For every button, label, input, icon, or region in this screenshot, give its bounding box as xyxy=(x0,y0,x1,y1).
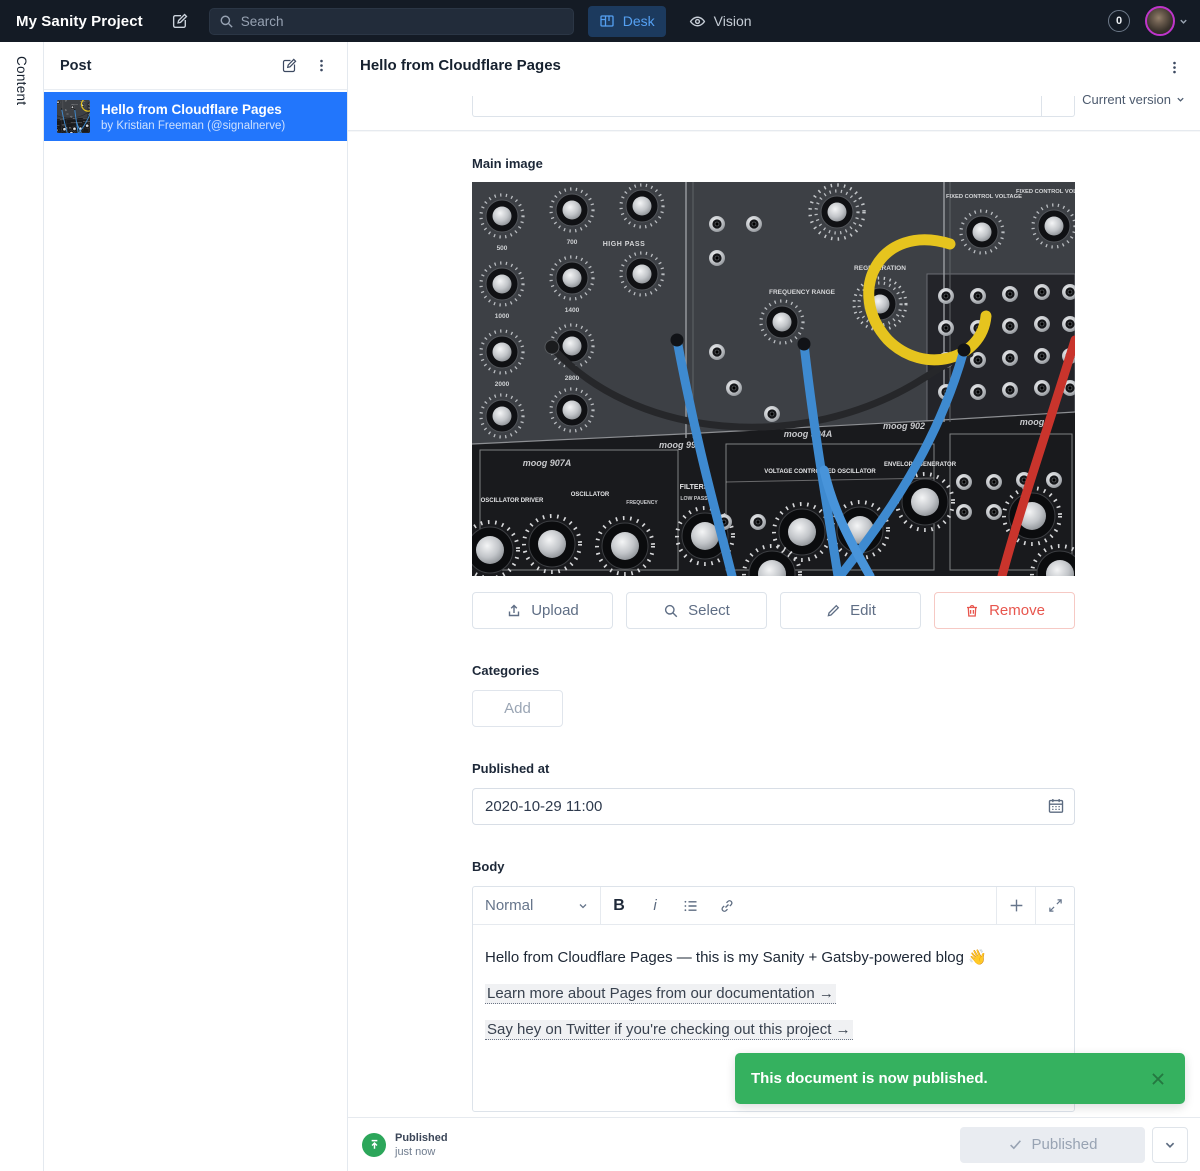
body-link-twitter[interactable]: Say hey on Twitter if you're checking ou… xyxy=(485,1020,853,1040)
link-button[interactable] xyxy=(709,887,745,924)
version-label: Current version xyxy=(1082,92,1171,107)
badge-count: 0 xyxy=(1116,15,1122,27)
italic-button[interactable]: i xyxy=(637,887,673,924)
kebab-icon xyxy=(1167,60,1182,75)
hints-count-badge[interactable]: 0 xyxy=(1108,10,1130,32)
published-at-field xyxy=(472,788,1075,825)
remove-button[interactable]: Remove xyxy=(934,592,1075,629)
pane-title: Post xyxy=(60,58,273,74)
document-form: Main image Upload Select xyxy=(472,131,1075,1112)
compose-icon xyxy=(281,57,298,74)
trash-icon xyxy=(964,603,980,619)
bullet-list-icon xyxy=(683,898,699,914)
pane-menu-button[interactable] xyxy=(305,50,337,82)
tab-desk[interactable]: Desk xyxy=(588,6,666,37)
tab-desk-label: Desk xyxy=(623,13,655,29)
compose-icon xyxy=(171,12,189,30)
published-at-input[interactable] xyxy=(472,788,1075,825)
publish-time: just now xyxy=(395,1146,448,1158)
categories-label: Categories xyxy=(472,663,1075,679)
list-item-post[interactable]: Hello from Cloudflare Pages by Kristian … xyxy=(44,92,347,141)
check-icon xyxy=(1008,1137,1023,1152)
chevron-down-icon xyxy=(1164,1139,1176,1151)
document-header: Hello from Cloudflare Pages Current vers… xyxy=(348,42,1200,131)
document-pane: Hello from Cloudflare Pages Current vers… xyxy=(348,42,1200,1171)
upload-button[interactable]: Upload xyxy=(472,592,613,629)
kebab-icon xyxy=(314,58,329,73)
body-paragraph: Hello from Cloudflare Pages — this is my… xyxy=(485,948,1062,968)
search-input[interactable] xyxy=(241,14,541,29)
expand-icon xyxy=(1048,898,1063,913)
search-input-wrap xyxy=(209,8,574,35)
eye-icon xyxy=(689,13,706,30)
edit-button[interactable]: Edit xyxy=(780,592,921,629)
chevron-down-icon xyxy=(1176,95,1185,104)
edit-label: Edit xyxy=(850,602,876,619)
toast-message: This document is now published. xyxy=(751,1070,1145,1087)
avatar[interactable] xyxy=(1145,6,1175,36)
pencil-icon xyxy=(825,603,841,619)
publish-status: Published xyxy=(395,1132,448,1144)
bullet-list-button[interactable] xyxy=(673,887,709,924)
search-icon xyxy=(663,603,679,619)
upload-icon xyxy=(506,603,522,619)
image-actions: Upload Select Edit xyxy=(472,592,1075,629)
upload-label: Upload xyxy=(531,602,579,619)
list-item-title: Hello from Cloudflare Pages xyxy=(101,102,285,117)
link-icon xyxy=(719,898,735,914)
chevron-down-icon xyxy=(578,901,588,911)
publish-menu-button[interactable] xyxy=(1152,1127,1188,1163)
select-button[interactable]: Select xyxy=(626,592,767,629)
document-menu-button[interactable] xyxy=(1158,51,1190,83)
text-style-select[interactable]: Normal xyxy=(473,887,601,924)
insert-block-button[interactable] xyxy=(996,887,1035,924)
new-document-button[interactable] xyxy=(165,6,195,36)
clipped-field-input[interactable] xyxy=(472,96,1075,117)
tab-content[interactable]: Content xyxy=(14,56,29,105)
content-strip: Content xyxy=(0,42,44,1171)
body-link-docs[interactable]: Learn more about Pages from our document… xyxy=(485,984,836,1004)
list-item-subtitle: by Kristian Freeman (@signalnerve) xyxy=(101,120,285,132)
list-item-text: Hello from Cloudflare Pages by Kristian … xyxy=(101,102,285,132)
text-style-value: Normal xyxy=(485,897,533,914)
publish-button[interactable]: Published xyxy=(960,1127,1145,1163)
document-list-pane: Post Hello from Cloudflare Pages by Kris… xyxy=(44,42,348,1171)
chevron-down-icon[interactable] xyxy=(1179,17,1188,26)
calendar-icon[interactable] xyxy=(1047,797,1065,815)
main-image-preview[interactable] xyxy=(472,182,1075,576)
tab-vision[interactable]: Vision xyxy=(678,6,763,37)
editor-content[interactable]: Hello from Cloudflare Pages — this is my… xyxy=(473,925,1074,1040)
document-title: Hello from Cloudflare Pages xyxy=(360,57,561,74)
tab-vision-label: Vision xyxy=(714,13,752,29)
publish-status-text: Published just now xyxy=(395,1132,448,1158)
body-label: Body xyxy=(472,859,1075,875)
search-icon xyxy=(219,14,234,29)
top-navbar: My Sanity Project Desk Vi xyxy=(0,0,1200,42)
version-selector[interactable]: Current version xyxy=(1082,92,1185,107)
publish-status-icon xyxy=(362,1133,386,1157)
expand-editor-button[interactable] xyxy=(1035,887,1074,924)
bold-button[interactable]: B xyxy=(601,887,637,924)
toast-published: This document is now published. xyxy=(735,1053,1185,1104)
pane-header: Post xyxy=(44,42,347,90)
add-category-button[interactable]: Add xyxy=(472,690,563,727)
publish-button-label: Published xyxy=(1032,1136,1098,1153)
desk-icon xyxy=(599,13,615,29)
editor-toolbar: Normal B i xyxy=(473,887,1074,925)
remove-label: Remove xyxy=(989,602,1045,619)
compose-document-button[interactable] xyxy=(273,50,305,82)
main-image-label: Main image xyxy=(472,156,1075,172)
published-at-label: Published at xyxy=(472,761,1075,777)
select-label: Select xyxy=(688,602,730,619)
project-title: My Sanity Project xyxy=(16,13,143,30)
close-icon[interactable] xyxy=(1145,1066,1171,1092)
document-footer: Published just now Published xyxy=(348,1117,1200,1171)
list-item-thumbnail xyxy=(57,100,90,133)
plus-icon xyxy=(1008,897,1025,914)
